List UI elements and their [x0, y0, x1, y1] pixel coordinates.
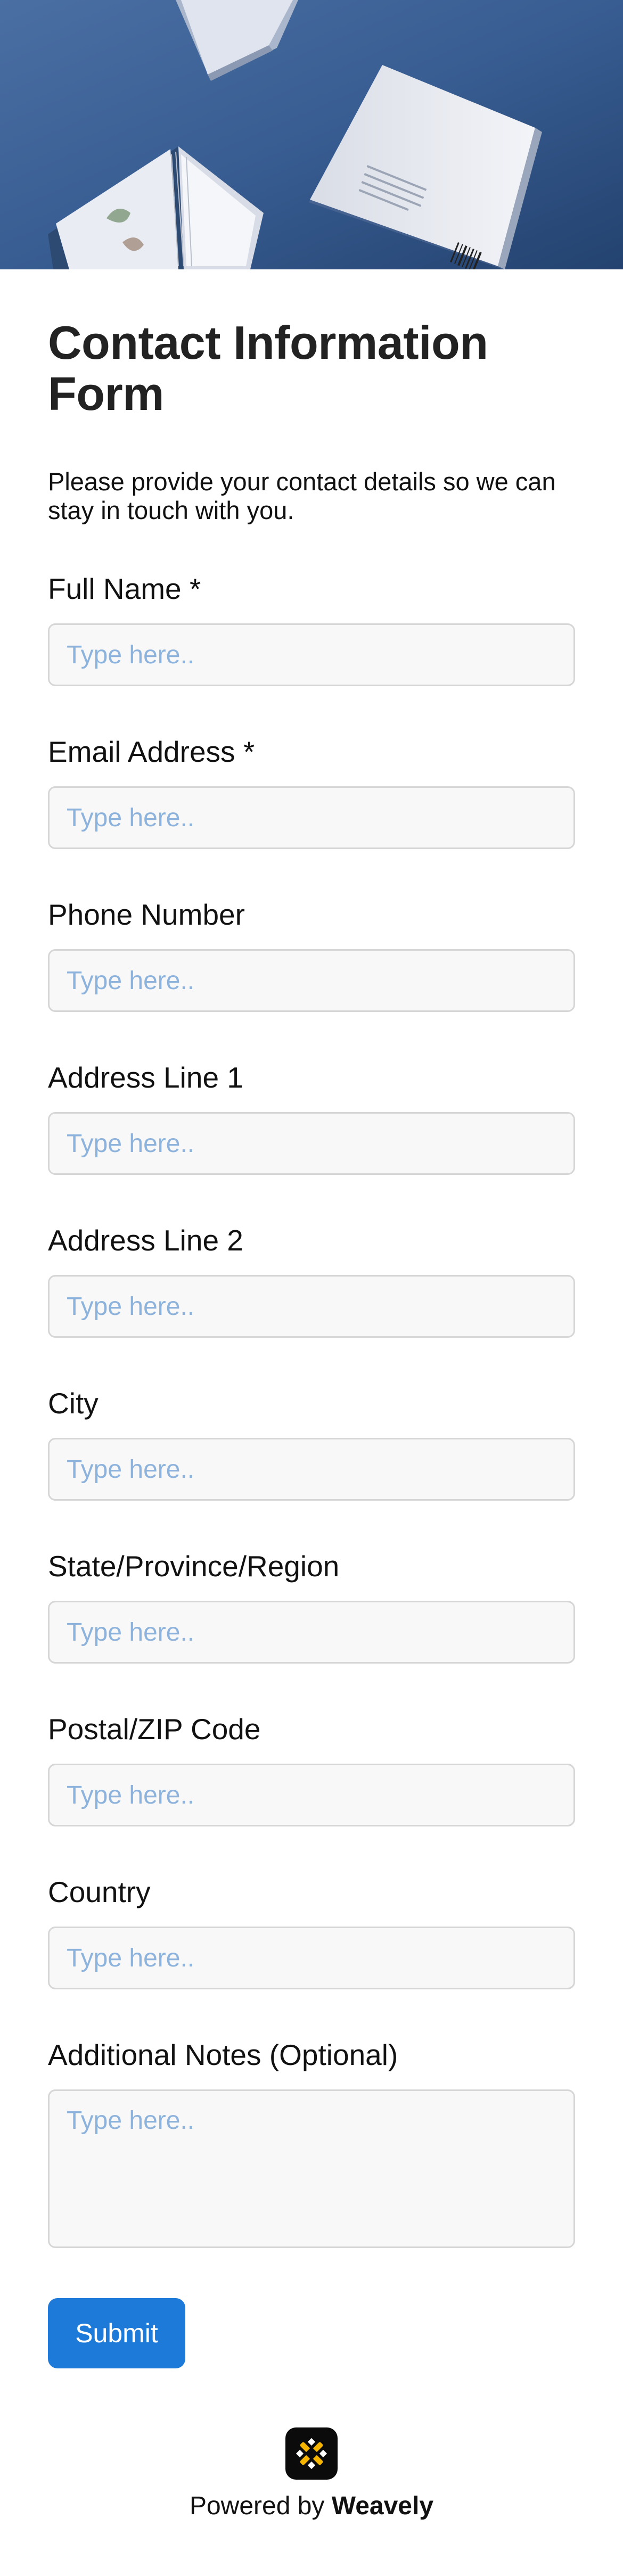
address-line-1-input[interactable]	[48, 1112, 575, 1175]
city-label: City	[48, 1387, 99, 1420]
field-state: State/Province/Region	[48, 1549, 575, 1664]
powered-by-prefix: Powered by	[189, 2492, 325, 2520]
additional-notes-textarea[interactable]	[48, 2089, 575, 2248]
address-line-2-input[interactable]	[48, 1275, 575, 1338]
additional-notes-label: Additional Notes (Optional)	[48, 2038, 398, 2071]
flying-books-illustration	[0, 0, 623, 269]
postal-code-label: Postal/ZIP Code	[48, 1713, 261, 1746]
field-additional-notes: Additional Notes (Optional)	[48, 2038, 575, 2248]
weavely-logo-icon[interactable]	[285, 2427, 338, 2480]
address-line-2-label: Address Line 2	[48, 1224, 243, 1257]
brand-name-link[interactable]: Weavely	[332, 2492, 433, 2520]
weavely-logo-glyph	[296, 2438, 327, 2470]
phone-label: Phone Number	[48, 898, 245, 931]
field-postal-code: Postal/ZIP Code	[48, 1712, 575, 1826]
field-city: City	[48, 1386, 575, 1501]
field-address-line-2: Address Line 2	[48, 1223, 575, 1338]
footer: Powered by Weavely	[0, 2427, 623, 2522]
submit-button[interactable]: Submit	[48, 2298, 185, 2368]
email-input[interactable]	[48, 786, 575, 849]
field-phone: Phone Number	[48, 898, 575, 1012]
country-label: Country	[48, 1875, 151, 1908]
city-input[interactable]	[48, 1438, 575, 1501]
field-address-line-1: Address Line 1	[48, 1060, 575, 1175]
country-input[interactable]	[48, 1927, 575, 1989]
postal-code-input[interactable]	[48, 1764, 575, 1826]
state-label: State/Province/Region	[48, 1550, 340, 1583]
field-email: Email Address *	[48, 735, 575, 849]
field-country: Country	[48, 1875, 575, 1989]
phone-input[interactable]	[48, 949, 575, 1012]
form-title: Contact Information Form	[48, 316, 488, 420]
powered-by-text: Powered by Weavely	[0, 2490, 623, 2522]
field-full-name: Full Name *	[48, 572, 575, 686]
form-description: Please provide your contact details so w…	[48, 467, 556, 524]
hero-image	[0, 0, 623, 269]
full-name-input[interactable]	[48, 623, 575, 686]
email-label: Email Address *	[48, 735, 255, 768]
full-name-label: Full Name *	[48, 572, 201, 605]
address-line-1-label: Address Line 1	[48, 1061, 243, 1094]
state-input[interactable]	[48, 1601, 575, 1664]
